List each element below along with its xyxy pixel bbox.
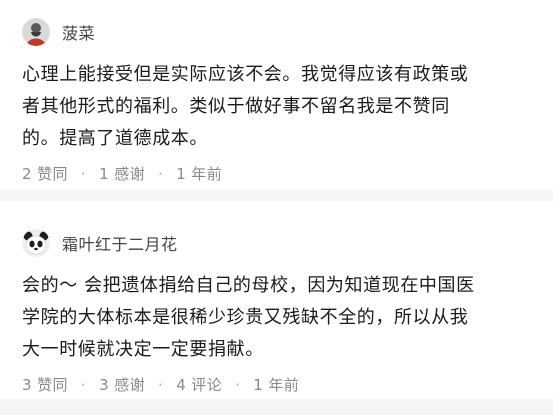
answer-card: 菠菜 心理上能接受但是实际应该不会。我觉得应该有政策或 者其他形式的福利。类似于… xyxy=(0,0,553,190)
author-row[interactable]: 菠菜 xyxy=(22,17,541,47)
content-line: 会的～ 会把遗体捐给自己的母校，因为知道现在中国医 xyxy=(22,275,475,296)
answer-meta: 3 赞同 · 3 感谢 · 4 评论 · 1 年前 xyxy=(22,374,541,395)
separator-dot: · xyxy=(80,164,87,183)
separator-dot: · xyxy=(235,375,241,394)
author-name[interactable]: 霜叶红于二月花 xyxy=(62,231,178,255)
thanks-count[interactable]: 1 感谢 xyxy=(99,163,145,184)
thanks-count[interactable]: 3 感谢 xyxy=(99,374,145,395)
content-line: 大一时候就决定一定要捐献。 xyxy=(22,339,264,360)
divider xyxy=(0,399,553,415)
comment-count[interactable]: 4 评论 xyxy=(176,374,222,395)
user-avatar-icon[interactable] xyxy=(22,18,50,46)
divider xyxy=(0,190,553,201)
answer-content[interactable]: 心理上能接受但是实际应该不会。我觉得应该有政策或 者其他形式的福利。类似于做好事… xyxy=(22,59,537,155)
author-name[interactable]: 菠菜 xyxy=(62,20,95,44)
post-time: 1 年前 xyxy=(253,376,300,394)
separator-dot: · xyxy=(80,375,87,394)
upvote-count[interactable]: 2 赞同 xyxy=(22,163,68,184)
content-line: 心理上能接受但是实际应该不会。我觉得应该有政策或 xyxy=(22,64,469,85)
panda-avatar-icon[interactable] xyxy=(22,229,50,257)
separator-dot: · xyxy=(158,164,164,183)
content-line: 者其他形式的福利。类似于做好事不留名我是不赞同 xyxy=(22,96,450,117)
separator-dot: · xyxy=(158,375,164,394)
post-time: 1 年前 xyxy=(176,165,223,183)
content-line: 学院的大体标本是很稀少珍贵又残缺不全的，所以从我 xyxy=(22,307,469,328)
answer-content[interactable]: 会的～ 会把遗体捐给自己的母校，因为知道现在中国医 学院的大体标本是很稀少珍贵又… xyxy=(22,270,537,366)
answer-meta: 2 赞同 · 1 感谢 · 1 年前 xyxy=(22,163,541,184)
answer-feed: 菠菜 心理上能接受但是实际应该不会。我觉得应该有政策或 者其他形式的福利。类似于… xyxy=(0,0,553,415)
author-row[interactable]: 霜叶红于二月花 xyxy=(22,228,541,258)
content-line: 的。提高了道德成本。 xyxy=(22,128,208,149)
answer-card: 霜叶红于二月花 会的～ 会把遗体捐给自己的母校，因为知道现在中国医 学院的大体标… xyxy=(0,201,553,399)
upvote-count[interactable]: 3 赞同 xyxy=(22,374,68,395)
